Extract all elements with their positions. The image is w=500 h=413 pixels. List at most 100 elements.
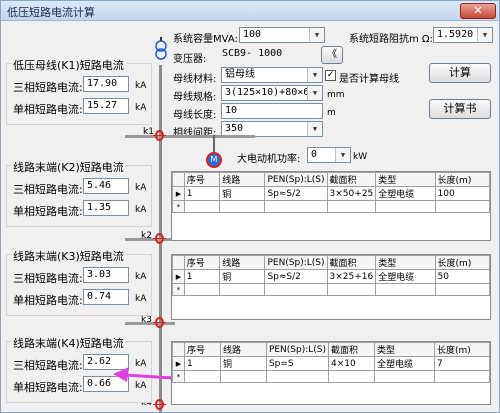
table-cell[interactable]: 铜: [219, 186, 266, 201]
k1-node-label: k1: [143, 127, 154, 137]
k3-single-label: 单相短路电流:: [13, 294, 83, 307]
col-header[interactable]: 类型: [375, 172, 436, 187]
new-row-marker: *: [172, 283, 185, 296]
col-header[interactable]: PEN(Sp):L(S): [264, 255, 328, 270]
k1-title: 低压母线(K1)短路电流: [11, 57, 126, 73]
busbar-spec-label: 母线规格:: [173, 92, 217, 103]
current-row-marker: ▶: [172, 356, 185, 371]
col-header[interactable]: 序号: [183, 342, 221, 357]
report-button[interactable]: 计算书: [429, 99, 491, 119]
motor-power-value: 0: [311, 149, 318, 160]
col-header[interactable]: 截面积: [326, 255, 377, 270]
chevron-down-icon: ▼: [335, 148, 350, 162]
capacity-value: 100: [243, 29, 262, 40]
k1-three-value: 17.90: [83, 76, 129, 92]
col-header[interactable]: 长度(m): [434, 172, 491, 187]
window-title: 低压短路电流计算: [7, 6, 95, 19]
table-cell[interactable]: 100: [434, 186, 491, 201]
col-header[interactable]: 序号: [183, 172, 221, 187]
k2-single-unit: kA: [135, 205, 147, 215]
col-header[interactable]: 长度(m): [434, 255, 491, 270]
chevron-down-icon: ▼: [307, 122, 322, 136]
calculate-button[interactable]: 计算: [429, 63, 491, 83]
new-row[interactable]: *: [172, 200, 491, 213]
line-grid-2[interactable]: 序号 线路 PEN(Sp):L(S) 截面积 类型 长度(m) ▶ 1 铜 Sp…: [171, 254, 491, 320]
k4-three-label: 三相短路电流:: [13, 359, 83, 372]
table-row[interactable]: ▶ 1 铜 Sp=S 4×10 全塑电缆 7: [172, 356, 491, 371]
capacity-select[interactable]: 100 ▼: [239, 27, 325, 43]
col-header[interactable]: 长度(m): [433, 342, 491, 357]
table-cell[interactable]: 铜: [219, 356, 267, 371]
k3-three-label: 三相短路电流:: [13, 272, 83, 285]
table-cell[interactable]: 3×50+25: [326, 186, 377, 201]
busbar-spec-value: 3(125×10)+80×6.: [225, 87, 316, 98]
line-grid-3[interactable]: 序号 线路 PEN(Sp):L(S) 截面积 类型 长度(m) ▶ 1 铜 Sp…: [171, 341, 491, 405]
table-cell[interactable]: Sp≈S/2: [264, 186, 328, 201]
k2-single-value: 1.35: [83, 200, 129, 216]
k3-node-icon: [153, 317, 166, 328]
table-cell[interactable]: 1: [183, 269, 221, 284]
row-indicator: [172, 342, 185, 357]
table-cell[interactable]: Sp≈S/2: [264, 269, 328, 284]
motor-power-select[interactable]: 0 ▼: [307, 147, 351, 163]
table-row[interactable]: ▶ 1 铜 Sp≈S/2 3×50+25 全塑电缆 100: [172, 186, 491, 201]
k4-title: 线路末端(K4)短路电流: [11, 335, 126, 351]
table-cell[interactable]: 1: [183, 186, 221, 201]
table-cell[interactable]: 全塑电缆: [375, 186, 436, 201]
table-cell[interactable]: 4×10: [328, 356, 375, 371]
transformer-pick-button[interactable]: 《: [321, 46, 343, 64]
calc-busbar-checkbox[interactable]: ✓: [325, 70, 336, 81]
k1-three-label: 三相短路电流:: [13, 81, 83, 94]
busbar-length-label: 母线长度:: [173, 110, 217, 121]
k1-single-unit: kA: [135, 103, 147, 113]
busbar-material-select[interactable]: 铝母线 ▼: [221, 67, 323, 83]
col-header[interactable]: 类型: [375, 255, 436, 270]
table-cell[interactable]: 全塑电缆: [375, 269, 436, 284]
grid-header-row: 序号 线路 PEN(Sp):L(S) 截面积 类型 长度(m): [172, 172, 491, 187]
capacity-label: 系统容量MVA:: [173, 34, 238, 45]
col-header[interactable]: 类型: [374, 342, 435, 357]
busbar-material-label: 母线材料:: [173, 74, 217, 85]
line-grid-1[interactable]: 序号 线路 PEN(Sp):L(S) 截面积 类型 长度(m) ▶ 1 铜 Sp…: [171, 171, 491, 241]
col-header[interactable]: 序号: [183, 255, 221, 270]
impedance-select[interactable]: 1.5920 ▼: [433, 27, 493, 43]
transformer-icon: [155, 37, 167, 60]
col-header[interactable]: 线路: [219, 255, 266, 270]
col-header[interactable]: 截面积: [328, 342, 375, 357]
busbar-length-unit: m: [327, 108, 336, 118]
new-row[interactable]: *: [172, 283, 491, 296]
k1-node-icon: [153, 130, 166, 141]
k2-three-label: 三相短路电流:: [13, 183, 83, 196]
table-cell[interactable]: 1: [183, 356, 221, 371]
calc-busbar-label: 是否计算母线: [339, 74, 399, 85]
k3-title: 线路末端(K3)短路电流: [11, 248, 126, 264]
k4-node-icon: [153, 399, 166, 410]
col-header[interactable]: PEN(Sp):L(S): [265, 342, 330, 357]
close-button[interactable]: ✕: [460, 3, 496, 19]
k3-three-unit: kA: [135, 272, 147, 282]
k1-single-label: 单相短路电流:: [13, 103, 83, 116]
impedance-value: 1.5920: [437, 29, 474, 40]
table-cell[interactable]: 3×25+16: [326, 269, 377, 284]
k1-three-unit: kA: [135, 81, 147, 91]
motor-power-unit: kW: [353, 152, 368, 162]
k2-node-icon: [153, 233, 166, 244]
col-header[interactable]: PEN(Sp):L(S): [264, 172, 328, 187]
new-row[interactable]: *: [172, 370, 491, 383]
col-header[interactable]: 线路: [219, 172, 266, 187]
table-cell[interactable]: 全塑电缆: [374, 356, 435, 371]
k4-single-label: 单相短路电流:: [13, 381, 83, 394]
busbar-material-value: 铝母线: [225, 69, 255, 80]
busbar-length-input[interactable]: 10: [221, 103, 323, 119]
busbar-spec-select[interactable]: 3(125×10)+80×6. ▼: [221, 85, 323, 101]
current-row-marker: ▶: [172, 186, 185, 201]
table-cell[interactable]: 50: [434, 269, 491, 284]
col-header[interactable]: 线路: [219, 342, 267, 357]
motor-power-label: 大电动机功率:: [237, 154, 301, 165]
table-cell[interactable]: 铜: [219, 269, 266, 284]
col-header[interactable]: 截面积: [326, 172, 377, 187]
table-cell[interactable]: 7: [433, 356, 491, 371]
k3-single-value: 0.74: [83, 289, 129, 305]
table-row[interactable]: ▶ 1 铜 Sp≈S/2 3×25+16 全塑电缆 50: [172, 269, 491, 284]
table-cell[interactable]: Sp=S: [265, 356, 330, 371]
